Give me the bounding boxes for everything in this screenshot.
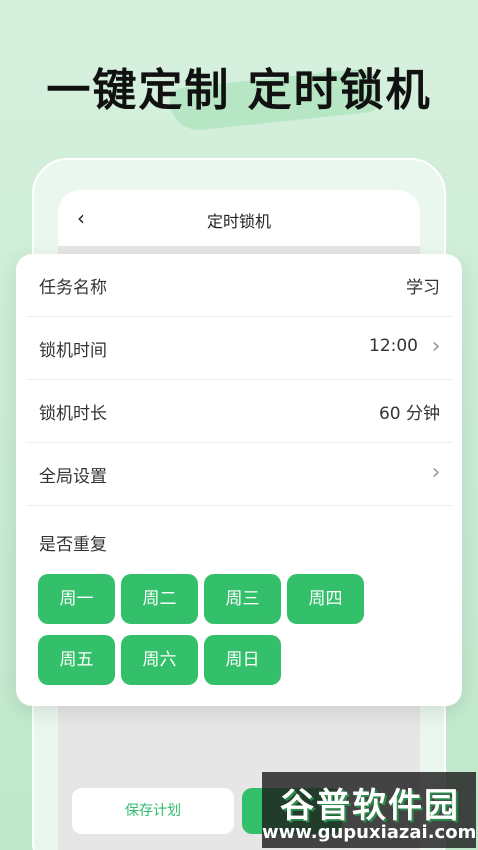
- day-monday-button[interactable]: 周一: [38, 574, 115, 624]
- day-thursday-button[interactable]: 周四: [287, 574, 364, 624]
- day-wednesday-button[interactable]: 周三: [204, 574, 281, 624]
- lock-duration-row[interactable]: 锁机时长 60 分钟: [26, 380, 452, 443]
- day-friday-button[interactable]: 周五: [38, 635, 115, 685]
- day-tuesday-button[interactable]: 周二: [121, 574, 198, 624]
- global-settings-row[interactable]: 全局设置 ›: [26, 443, 452, 506]
- phone-header: ‹ 定时锁机: [58, 190, 420, 246]
- watermark-url: www.gupuxiazai.com: [262, 822, 477, 843]
- task-name-label: 任务名称: [39, 278, 107, 298]
- lock-duration-value: 60 分钟: [378, 404, 440, 424]
- repeat-label: 是否重复: [39, 535, 107, 555]
- chevron-right-icon: ›: [431, 334, 441, 359]
- lock-time-row[interactable]: 锁机时间 12:00 ›: [26, 317, 452, 380]
- save-plan-button[interactable]: 保存计划: [72, 788, 234, 834]
- lock-time-label: 锁机时间: [39, 341, 107, 361]
- page-title: 定时锁机: [206, 212, 271, 231]
- global-settings-label: 全局设置: [39, 467, 107, 487]
- day-saturday-button[interactable]: 周六: [121, 635, 198, 685]
- watermark-brand: 谷普软件园: [280, 786, 460, 826]
- chevron-right-icon: ›: [431, 460, 441, 485]
- task-name-value: 学习: [406, 278, 440, 298]
- watermark: 谷普软件园 www.gupuxiazai.com: [262, 772, 476, 848]
- promo-headline: 一键定制 定时锁机: [46, 65, 432, 116]
- settings-card: 任务名称 学习 锁机时间 12:00 › 锁机时长 60 分钟 全局设置 › 是…: [16, 254, 462, 706]
- lock-duration-label: 锁机时长: [39, 404, 107, 424]
- day-sunday-button[interactable]: 周日: [204, 635, 281, 685]
- lock-time-value: 12:00: [369, 336, 418, 356]
- task-name-row[interactable]: 任务名称 学习: [26, 254, 452, 317]
